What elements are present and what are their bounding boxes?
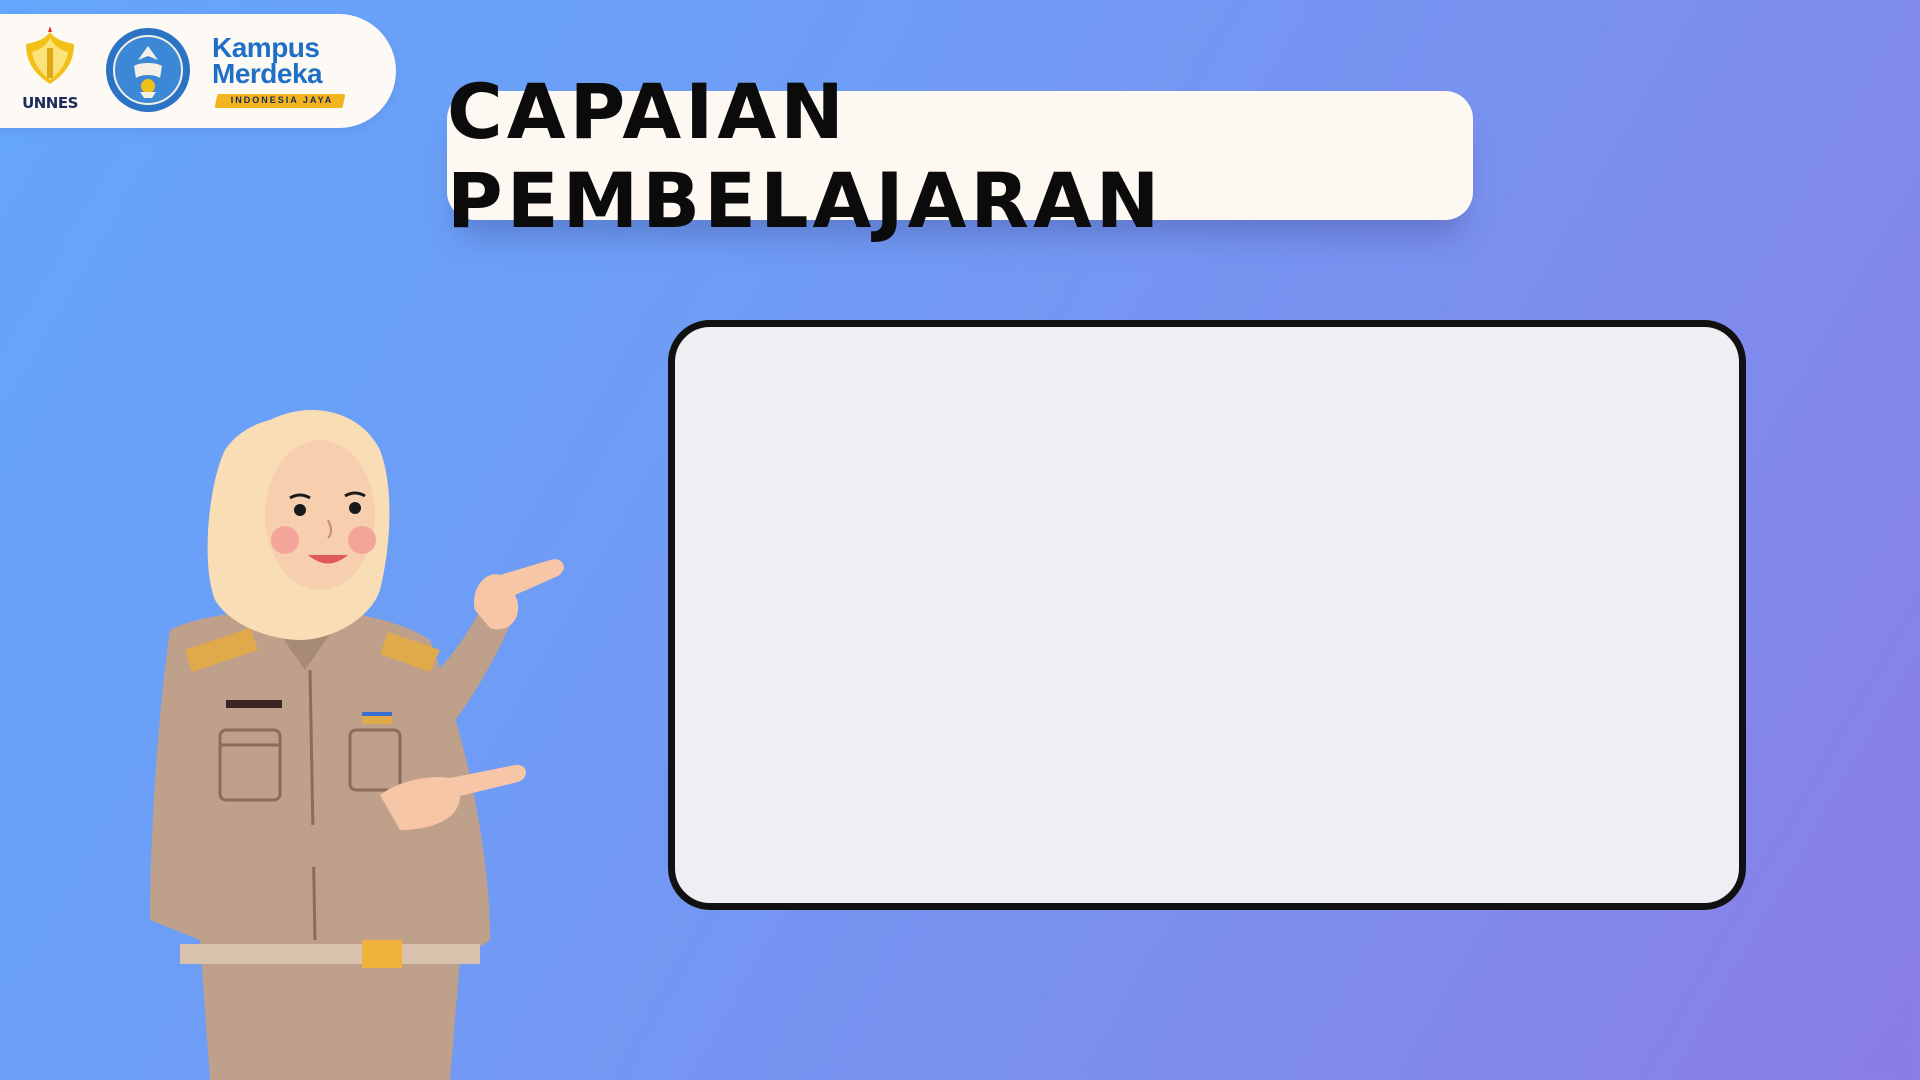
kampus-merdeka-line2: Merdeka [212, 58, 323, 89]
teacher-pointing-illustration [130, 400, 650, 1080]
kampus-merdeka-tagline: INDONESIA JAYA [230, 95, 334, 105]
unnes-logo-text: UNNES [22, 94, 78, 112]
unnes-logo-icon: UNNES [14, 24, 86, 120]
tut-wuri-handayani-logo-icon [104, 26, 192, 114]
kampus-merdeka-logo: Kampus Merdeka INDONESIA JAYA [210, 34, 360, 114]
content-panel [668, 320, 1746, 910]
logo-bar: UNNES Kampus Merdeka INDONESIA JAYA [0, 14, 396, 128]
page-title: CAPAIAN PEMBELAJARAN [447, 66, 1164, 245]
title-box: CAPAIAN PEMBELAJARAN [447, 67, 1473, 245]
